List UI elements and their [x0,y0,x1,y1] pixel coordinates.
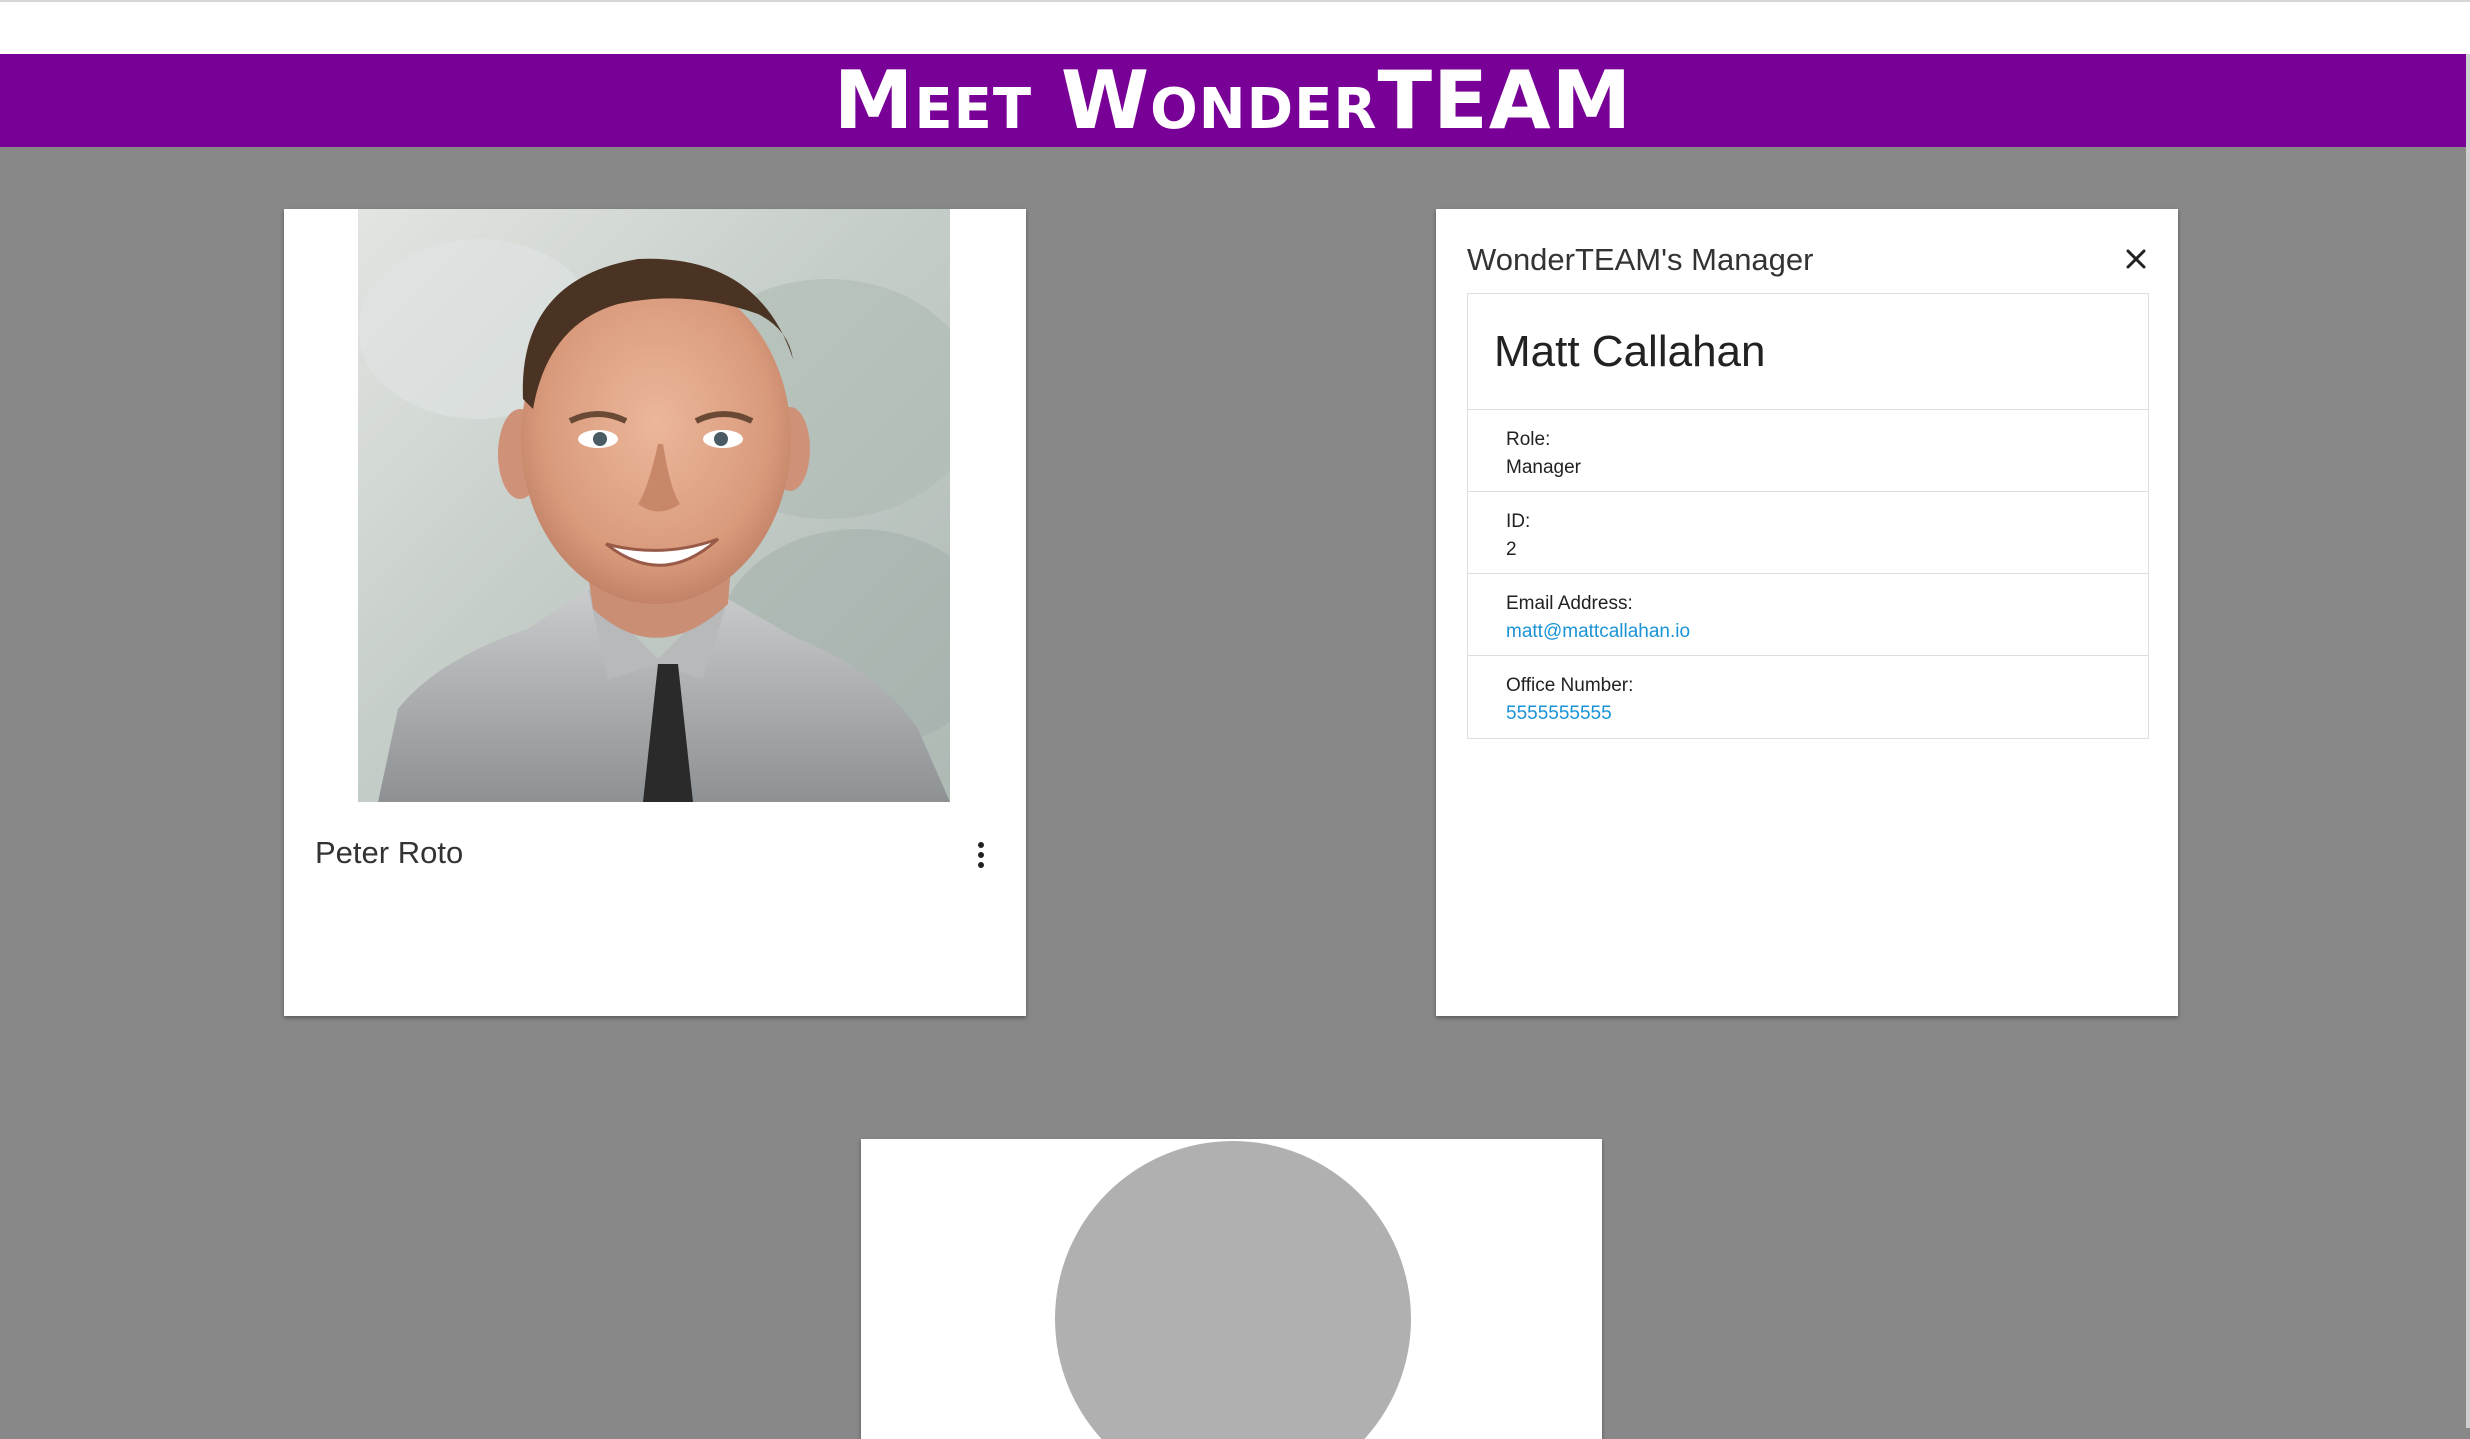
detail-label: Office Number: [1506,675,1634,696]
more-vert-icon[interactable] [964,838,998,872]
page-title: Meet WonderTEAM [833,53,1633,147]
more-dot [978,862,984,868]
team-member-card[interactable] [861,1139,1602,1439]
member-name: Peter Roto [315,835,464,870]
detail-row-office: Office Number: 5555555555 [1468,656,2148,738]
detail-row-id: ID: 2 [1468,492,2148,574]
detail-value: 2 [1506,539,1517,560]
detail-label: Role: [1506,429,1551,450]
more-dot [978,852,984,858]
close-icon[interactable] [2118,241,2154,277]
page-scrollbar[interactable] [2466,54,2470,1428]
manager-dialog: WonderTEAM's Manager Matt Callahan Role:… [1436,209,2178,1016]
detail-label: Email Address: [1506,593,1633,614]
manager-details: Matt Callahan Role: Manager ID: 2 Email … [1467,293,2149,739]
browser-top-bar [0,0,2470,54]
manager-name: Matt Callahan [1468,294,2148,410]
member-photo [358,209,950,802]
phone-link[interactable]: 5555555555 [1506,703,1612,724]
detail-value: Manager [1506,457,1581,478]
more-dot [978,842,984,848]
email-link[interactable]: matt@mattcallahan.io [1506,621,1690,642]
detail-row-role: Role: Manager [1468,410,2148,492]
team-member-card[interactable]: Peter Roto [284,209,1026,1016]
detail-row-email: Email Address: matt@mattcallahan.io [1468,574,2148,656]
page-header: Meet WonderTEAM [0,54,2466,147]
dialog-title: WonderTEAM's Manager [1467,242,1814,277]
detail-label: ID: [1506,511,1531,532]
avatar-placeholder [1055,1141,1411,1439]
